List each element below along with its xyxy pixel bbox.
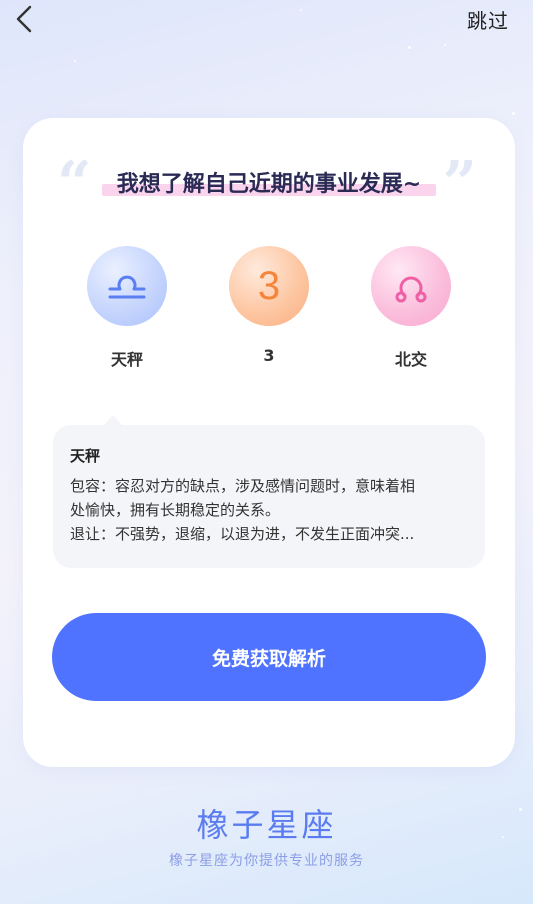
astro-label: 3 [263, 346, 275, 365]
astro-item-house-number[interactable]: 3 3 [209, 246, 329, 376]
sparkle-decoration [512, 112, 515, 115]
libra-icon [108, 275, 146, 299]
astro-label: 北交 [394, 350, 427, 369]
chevron-left-icon [16, 5, 32, 33]
question-banner: “ 我想了解自己近期的事业发展~ ” [23, 154, 515, 214]
skip-button[interactable]: 跳过 [467, 5, 509, 34]
sparkle-decoration [444, 44, 446, 46]
astro-circle [87, 246, 167, 326]
description-title: 天秤 [70, 447, 101, 465]
reading-card: “ 我想了解自己近期的事业发展~ ” 天秤 3 3 北交 天秤 包容：容忍对方的… [23, 118, 515, 767]
description-line: 包容：容忍对方的缺点，涉及感情问题时，意味着相 [70, 477, 416, 495]
description-pointer [103, 415, 123, 426]
close-quote-icon: ” [442, 149, 477, 219]
astro-circle [371, 246, 451, 326]
question-text: 我想了解自己近期的事业发展~ [116, 172, 422, 197]
description-box: 天秤 包容：容忍对方的缺点，涉及感情问题时，意味着相 处愉快，拥有长期稳定的关系… [53, 415, 485, 568]
astro-label: 天秤 [110, 350, 143, 369]
north-node-icon [395, 276, 427, 303]
sparkle-decoration [408, 46, 411, 49]
astro-circle: 3 [229, 246, 309, 326]
brand-tagline: 橡子星座为你提供专业的服务 [169, 853, 364, 869]
astro-item-libra[interactable]: 天秤 [67, 246, 187, 376]
description-line: 处愉快，拥有长期稳定的关系。 [70, 501, 281, 519]
brand-logo: 橡子星座 [196, 806, 337, 844]
back-button[interactable] [12, 4, 40, 34]
astro-items: 天秤 3 3 北交 [23, 246, 515, 376]
open-quote-icon: “ [57, 149, 92, 219]
number-badge: 3 [257, 263, 281, 308]
sparkle-decoration [74, 60, 76, 62]
get-free-analysis-button[interactable]: 免费获取解析 [52, 613, 486, 701]
top-bar: 跳过 [0, 0, 533, 40]
astro-item-north-node[interactable]: 北交 [351, 246, 471, 376]
description-line: 退让：不强势，退缩，以退为进，不发生正面冲突... [70, 525, 415, 543]
